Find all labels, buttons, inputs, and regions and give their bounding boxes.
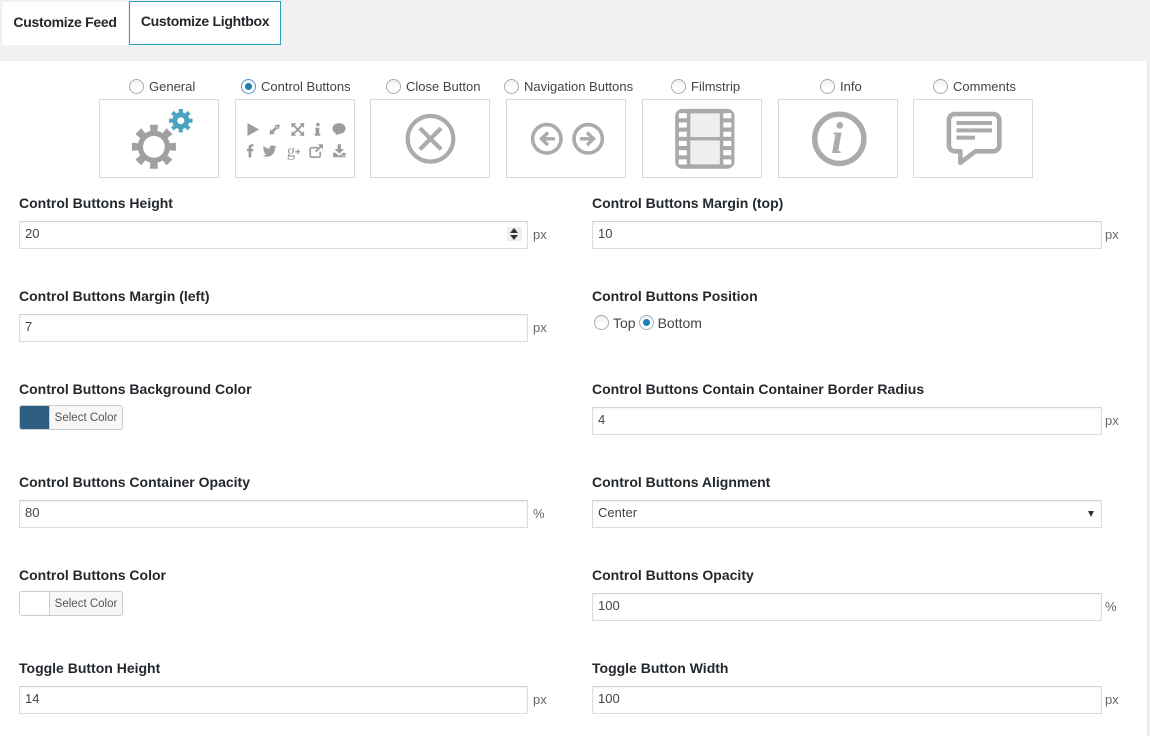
svg-text:g: g (286, 142, 295, 161)
svg-text:i: i (831, 114, 844, 163)
